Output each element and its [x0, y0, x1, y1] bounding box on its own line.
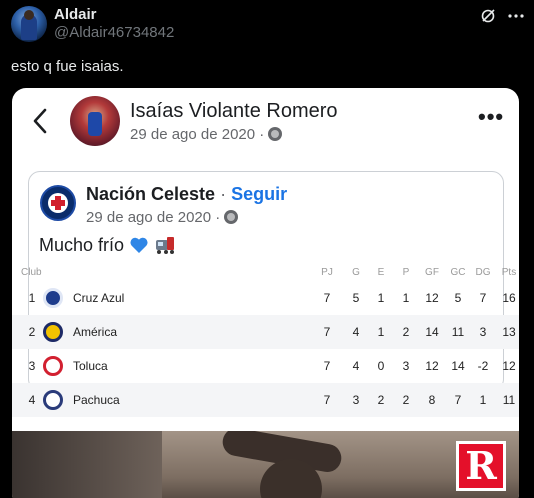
tweet-header: Aldair @Aldair46734842: [0, 0, 534, 50]
cell-pj: 7: [323, 359, 331, 373]
separator: ·: [215, 184, 232, 204]
team-name: Pachuca: [73, 393, 120, 407]
cell-gf: 12: [425, 359, 439, 373]
col-pts: Pts: [501, 267, 517, 278]
cell-dg: 1: [479, 393, 487, 407]
cell-e: 1: [377, 291, 385, 305]
cell-g: 3: [352, 393, 360, 407]
col-gc: GC: [450, 267, 466, 278]
cell-pj: 7: [323, 393, 331, 407]
cell-g: 4: [352, 325, 360, 339]
cell-e: 0: [377, 359, 385, 373]
table-row: 3 Toluca 7 4 0 3 12 14 -2 12: [12, 349, 519, 383]
cell-e: 2: [377, 393, 385, 407]
cell-p: 3: [402, 359, 410, 373]
follow-button[interactable]: Seguir: [231, 184, 287, 204]
table-row: 2 América 7 4 1 2 14 11 3 13: [12, 315, 519, 349]
cell-pts: 13: [502, 325, 516, 339]
cell-dg: -2: [477, 359, 489, 373]
globe-icon: [224, 210, 239, 224]
col-pj: PJ: [321, 267, 333, 278]
handle[interactable]: @Aldair46734842: [54, 24, 174, 41]
grok-icon[interactable]: [480, 8, 496, 24]
cell-e: 1: [377, 325, 385, 339]
cell-gf: 8: [428, 393, 436, 407]
globe-icon: [268, 127, 283, 141]
cell-gc: 5: [454, 291, 462, 305]
page-name: Nación Celeste · Seguir: [86, 184, 287, 205]
cell-pj: 7: [323, 325, 331, 339]
row-position: 1: [28, 291, 36, 305]
cell-pts: 11: [502, 393, 516, 407]
row-position: 3: [28, 359, 36, 373]
train-icon: [156, 237, 175, 254]
cell-gf: 12: [425, 291, 439, 305]
cell-p: 1: [402, 291, 410, 305]
standings-header: Club PJ G E P GF GC DG Pts: [12, 265, 519, 281]
shared-date: 29 de ago de 2020 ·: [86, 209, 239, 226]
row-position: 4: [28, 393, 36, 407]
team-name: América: [73, 325, 118, 339]
cell-p: 2: [402, 325, 410, 339]
page-logo[interactable]: [40, 185, 76, 221]
shared-text: Mucho frío: [39, 235, 130, 255]
cell-pts: 12: [502, 359, 516, 373]
col-g: G: [352, 267, 360, 278]
team-logo-icon: [43, 390, 63, 410]
post-author-name[interactable]: Isaías Violante Romero: [130, 100, 338, 123]
team-name: Toluca: [73, 359, 108, 373]
post-date: 29 de ago de 2020 ·: [130, 126, 283, 143]
tweet-media-card[interactable]: Isaías Violante Romero 29 de ago de 2020…: [12, 88, 519, 498]
record-logo-letter: R: [465, 443, 497, 488]
table-row: 1 Cruz Azul 7 5 1 1 12 5 7 16: [12, 281, 519, 315]
post-more-icon[interactable]: •••: [478, 106, 504, 128]
cell-dg: 3: [479, 325, 487, 339]
back-icon[interactable]: [32, 108, 48, 134]
record-logo: R: [456, 441, 506, 491]
cell-gc: 14: [451, 359, 465, 373]
col-e: E: [377, 267, 385, 278]
post-date-text: 29 de ago de 2020 ·: [130, 126, 269, 143]
post-author-avatar[interactable]: [70, 96, 120, 146]
blue-heart-icon: [130, 237, 148, 253]
avatar[interactable]: [11, 6, 47, 42]
cell-gf: 14: [425, 325, 439, 339]
cell-gc: 11: [451, 325, 465, 339]
display-name[interactable]: Aldair: [54, 6, 97, 23]
cell-g: 5: [352, 291, 360, 305]
page-name-text[interactable]: Nación Celeste: [86, 184, 215, 204]
team-logo-icon: [43, 356, 63, 376]
cell-pts: 16: [502, 291, 516, 305]
cell-dg: 7: [479, 291, 487, 305]
cell-g: 4: [352, 359, 360, 373]
shared-post-text: Mucho frío: [39, 235, 176, 256]
cell-pj: 7: [323, 291, 331, 305]
more-icon[interactable]: [506, 8, 526, 24]
team-name: Cruz Azul: [73, 291, 125, 305]
col-gf: GF: [425, 267, 439, 278]
team-logo-icon: [43, 288, 63, 308]
shared-date-text: 29 de ago de 2020 ·: [86, 209, 225, 226]
tweet-text: esto q fue isaias.: [11, 58, 124, 75]
col-club: Club: [21, 267, 42, 278]
table-row: 4 Pachuca 7 3 2 2 8 7 1 11: [12, 383, 519, 417]
cell-p: 2: [402, 393, 410, 407]
cell-gc: 7: [454, 393, 462, 407]
row-position: 2: [28, 325, 36, 339]
attached-photo[interactable]: R: [12, 431, 519, 498]
col-p: P: [402, 267, 410, 278]
col-dg: DG: [475, 267, 491, 278]
team-logo-icon: [43, 322, 63, 342]
